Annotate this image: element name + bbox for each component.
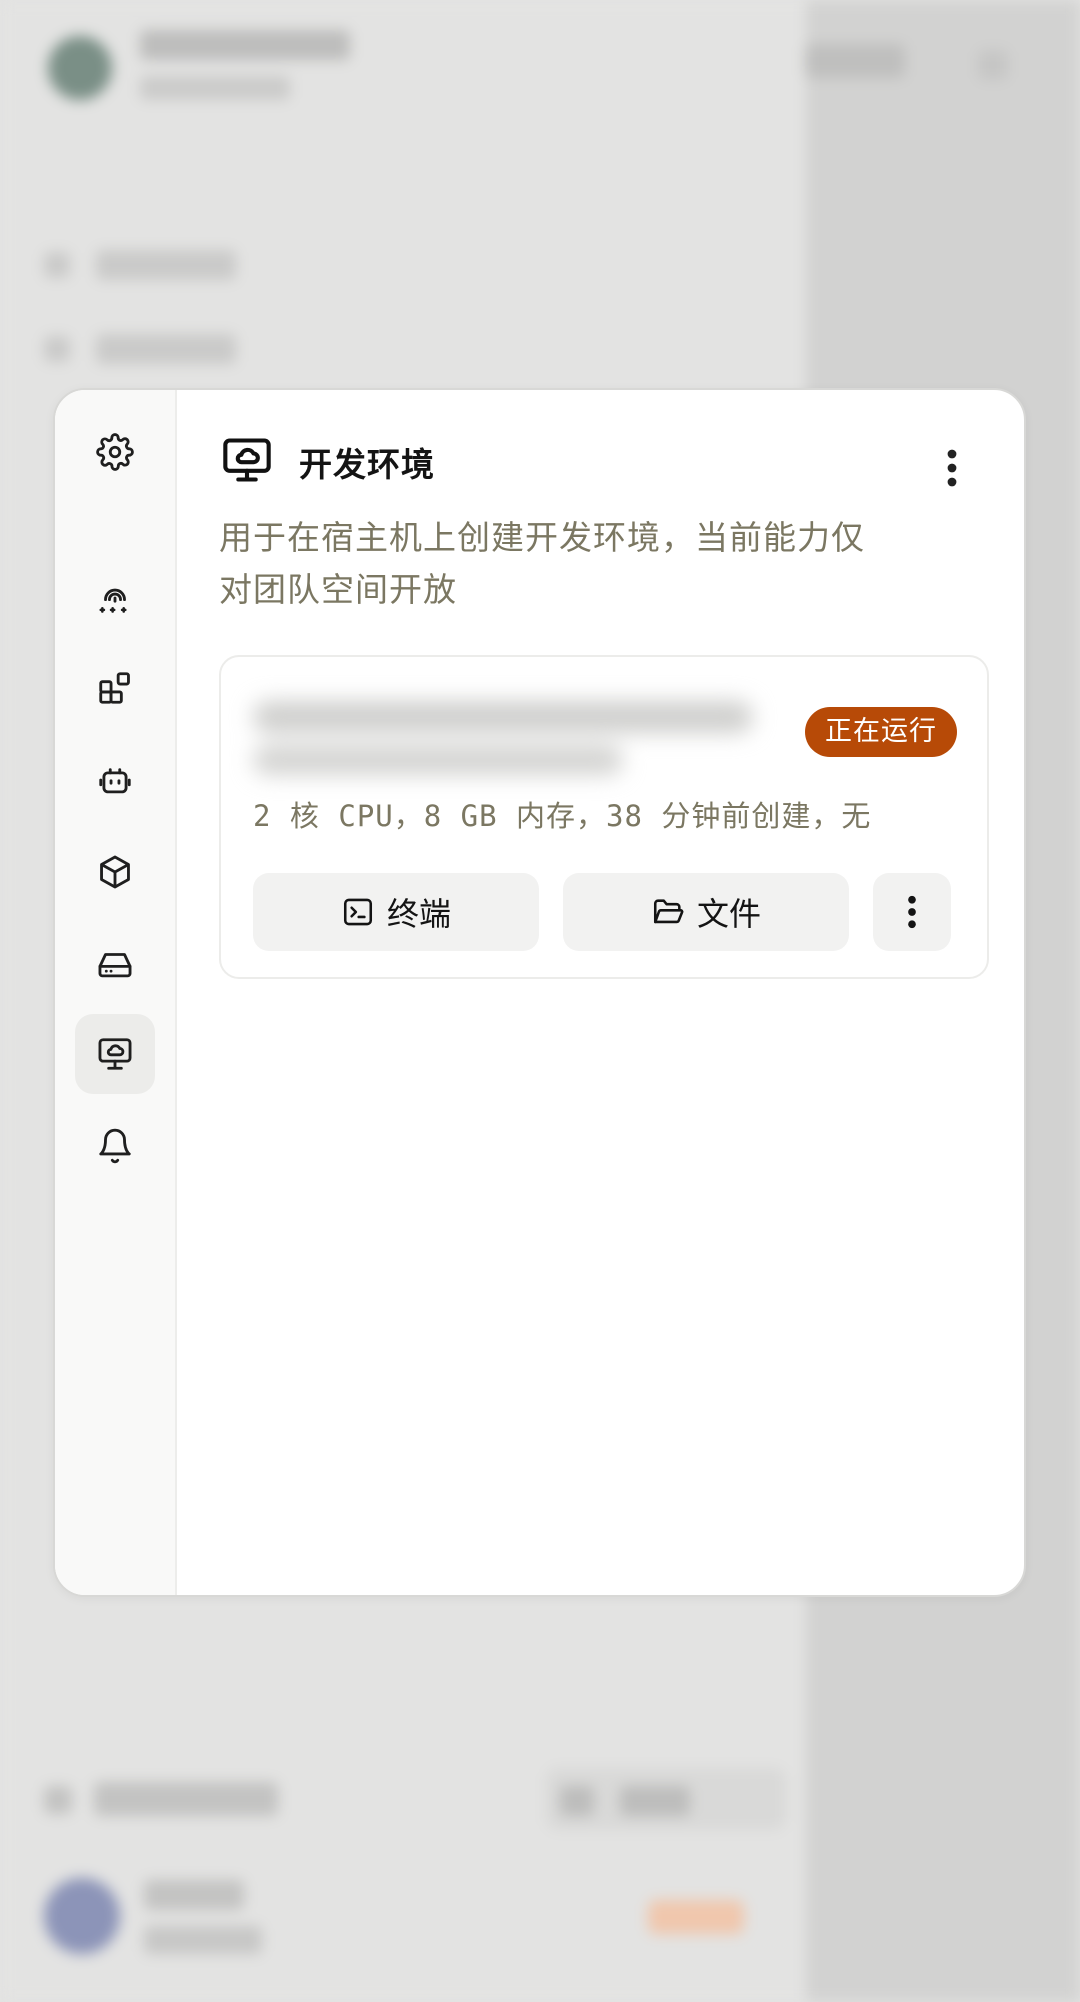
terminal-button[interactable]: 终端 (253, 873, 539, 951)
terminal-icon (343, 898, 373, 926)
bell-icon (99, 1128, 131, 1164)
apps-icon (99, 672, 130, 704)
sidebar-item-dev-environment[interactable] (75, 1014, 155, 1094)
robot-icon (99, 768, 131, 794)
terminal-button-label: 终端 (386, 896, 451, 932)
sidebar-item-storage[interactable] (75, 924, 155, 1004)
gear-icon (96, 433, 134, 471)
sidebar-item-packages[interactable] (75, 832, 155, 912)
sidebar-item-credentials[interactable] (75, 558, 155, 638)
more-options-icon[interactable] (944, 448, 960, 488)
sidebar-item-settings[interactable] (75, 412, 155, 492)
dev-environment-panel: 开发环境 用于在宿主机上创建开发环境，当前能力仅对团队空间开放 正在运行 2 核… (177, 390, 1024, 1595)
folder-open-icon (653, 899, 684, 924)
sidebar-item-bots[interactable] (75, 740, 155, 820)
monitor-cloud-icon (223, 438, 271, 482)
page-description: 用于在宿主机上创建开发环境，当前能力仅对团队空间开放 (219, 518, 865, 609)
sidebar-item-notifications[interactable] (75, 1106, 155, 1186)
environment-more-button[interactable] (873, 873, 951, 951)
page-title: 开发环境 (299, 445, 435, 484)
settings-sidebar (55, 390, 177, 1595)
environment-spec: 2 核 CPU，8 GB 内存，38 分钟前创建，无 (253, 799, 872, 833)
hard-drive-icon (98, 953, 132, 978)
cube-icon (100, 855, 130, 889)
settings-modal: 开发环境 用于在宿主机上创建开发环境，当前能力仅对团队空间开放 正在运行 2 核… (53, 388, 1026, 1597)
more-vertical-icon (908, 895, 916, 929)
status-badge: 正在运行 (805, 707, 957, 757)
environment-name-redacted (243, 687, 763, 783)
fingerprint-password-icon (99, 588, 127, 613)
environment-card: 正在运行 2 核 CPU，8 GB 内存，38 分钟前创建，无 终端 文件 (219, 655, 989, 979)
files-button[interactable]: 文件 (563, 873, 849, 951)
monitor-cloud-icon (98, 1038, 132, 1070)
sidebar-item-apps[interactable] (75, 648, 155, 728)
files-button-label: 文件 (696, 896, 761, 932)
